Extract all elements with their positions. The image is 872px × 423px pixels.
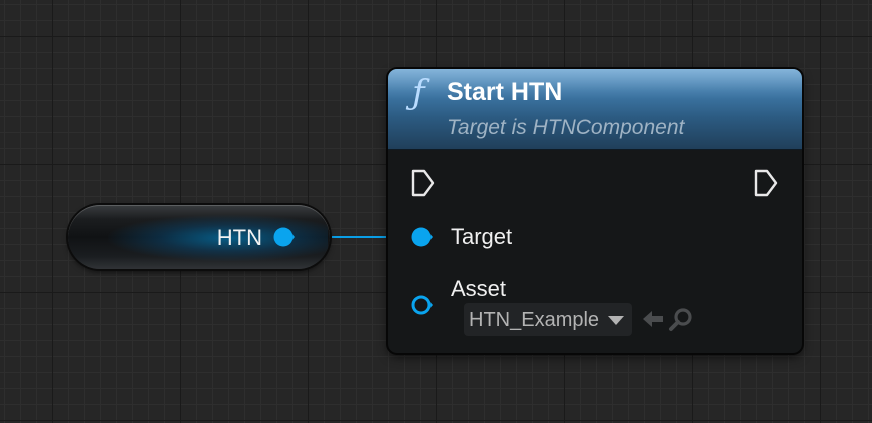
function-icon: ƒ [412, 73, 425, 113]
asset-pin-label: Asset [451, 276, 507, 301]
function-node-header[interactable]: ƒ Start HTN Target is HTNComponent [388, 69, 802, 150]
variable-name-label: HTN [216, 225, 262, 250]
exec-output-pin-icon[interactable] [754, 169, 778, 197]
target-pin-label: Target [451, 224, 513, 249]
browse-asset-search-icon[interactable] [668, 306, 694, 332]
function-target-subtitle: Target is HTNComponent [447, 116, 685, 139]
use-selected-asset-arrow-icon[interactable] [640, 306, 666, 332]
start-htn-function-node[interactable]: ƒ Start HTN Target is HTNComponent Targe… [388, 69, 802, 353]
target-input-pin-icon[interactable] [411, 226, 433, 248]
function-title: Start HTN [447, 78, 563, 106]
asset-picker-dropdown[interactable]: HTN_Example [464, 303, 632, 336]
htn-variable-node[interactable]: HTN [68, 205, 330, 269]
chevron-down-icon [608, 316, 624, 325]
asset-input-pin-icon[interactable] [411, 294, 433, 316]
asset-selected-value: HTN_Example [469, 309, 600, 331]
exec-input-pin-icon[interactable] [411, 169, 435, 197]
blueprint-graph-canvas[interactable]: HTN ƒ Start HTN Target is HTNComponent T… [0, 0, 872, 423]
htn-output-pin-icon[interactable] [273, 226, 295, 248]
